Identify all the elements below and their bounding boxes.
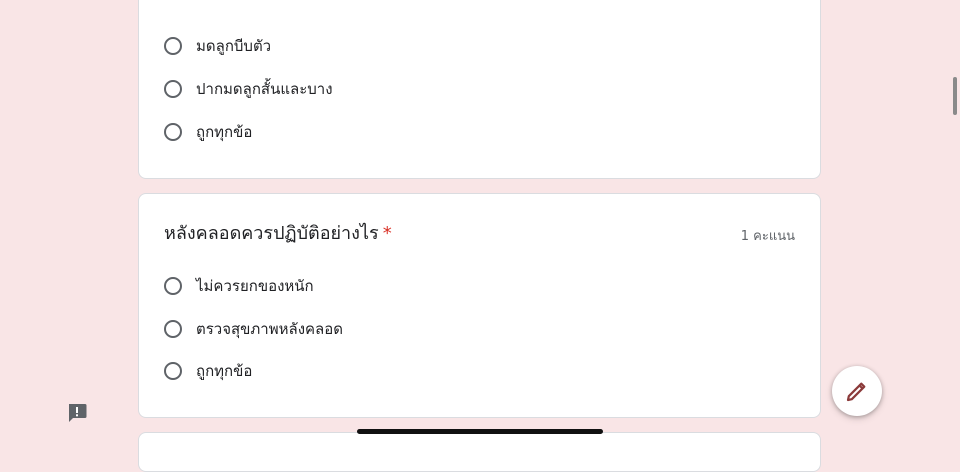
option-q1-3[interactable]: ถูกทุกข้อ: [164, 120, 252, 144]
radio-button[interactable]: [164, 277, 182, 295]
option-label: ปากมดลูกสั้นและบาง: [196, 80, 333, 98]
option-q1-1[interactable]: มดลูกบีบตัว: [164, 34, 271, 58]
radio-button[interactable]: [164, 123, 182, 141]
option-label: ถูกทุกข้อ: [196, 123, 253, 141]
points-label: 1 คะแนน: [740, 229, 795, 244]
option-label: มดลูกบีบตัว: [196, 37, 272, 55]
radio-button[interactable]: [164, 80, 182, 98]
question-card-2: หลังคลอดควรปฏิบัติอย่างไร * 1 คะแนน ไม่คว…: [138, 193, 821, 418]
question-title-text: หลังคลอดควรปฏิบัติอย่างไร: [164, 223, 379, 244]
radio-button[interactable]: [164, 320, 182, 338]
option-q2-2[interactable]: ตรวจสุขภาพหลังคลอด: [164, 317, 343, 341]
required-asterisk: *: [382, 223, 392, 244]
home-indicator: [357, 429, 603, 434]
question-card-1: มดลูกบีบตัว ปากมดลูกสั้นและบาง ถูกทุกข้อ: [138, 0, 821, 179]
option-label: ไม่ควรยกของหนัก: [196, 277, 314, 295]
option-q1-2[interactable]: ปากมดลูกสั้นและบาง: [164, 77, 333, 101]
edit-button[interactable]: [832, 366, 882, 416]
question-title: หลังคลอดควรปฏิบัติอย่างไร *: [164, 218, 392, 247]
radio-button[interactable]: [164, 37, 182, 55]
scrollbar-thumb[interactable]: [953, 77, 957, 115]
radio-button[interactable]: [164, 362, 182, 380]
feedback-icon[interactable]: [66, 402, 88, 424]
question-card-3: [138, 432, 821, 472]
option-q2-1[interactable]: ไม่ควรยกของหนัก: [164, 274, 314, 298]
option-q2-3[interactable]: ถูกทุกข้อ: [164, 359, 252, 383]
option-label: ตรวจสุขภาพหลังคลอด: [196, 320, 343, 338]
option-label: ถูกทุกข้อ: [196, 362, 253, 380]
pencil-icon: [846, 382, 866, 402]
